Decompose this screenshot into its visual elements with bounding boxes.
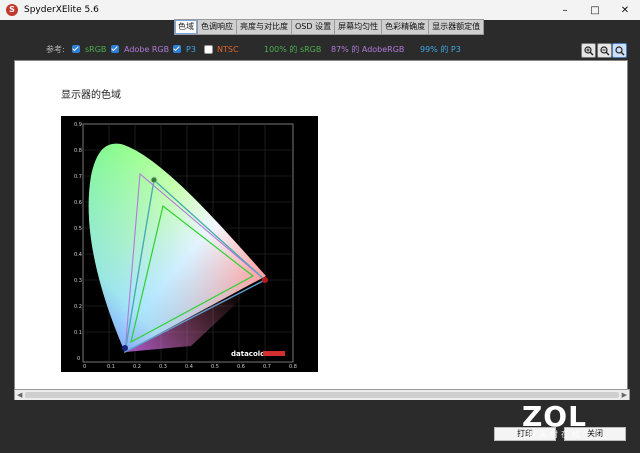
window-title: SpyderXElite 5.6 <box>24 5 99 15</box>
tab-bar: 色域 色调响应 亮度与对比度 OSD 设置 屏幕均匀性 色彩精确度 显示器额定值 <box>174 19 485 35</box>
y-tick-label: 0.2 <box>74 304 82 310</box>
tab-brightness-contrast[interactable]: 亮度与对比度 <box>237 20 292 34</box>
adobergb-label: Adobe RGB <box>124 44 170 54</box>
x-tick-labels: 0 0.1 0.2 0.3 0.4 0.5 0.6 0.7 0.8 <box>83 364 297 370</box>
x-tick-label: 0 <box>83 364 86 370</box>
green-primary-marker <box>150 176 158 184</box>
y-tick-label: 0.6 <box>74 200 82 206</box>
y-tick-label: 0.9 <box>74 122 82 128</box>
x-tick-label: 0.7 <box>263 364 271 370</box>
y-tick-label: 0.8 <box>74 148 82 154</box>
y-tick-label: 0.3 <box>74 278 82 284</box>
y-tick-label: 0.4 <box>74 252 82 258</box>
cie-diagram-svg: datacolor 0 0.1 0.2 0.3 0.4 0.5 0.6 0.7 … <box>74 122 297 370</box>
scroll-right-icon[interactable]: ▶ <box>622 390 627 400</box>
gamut-panel: 显示器的色域 datacolor 0 0.1 0.2 0.3 0.4 0.5 0… <box>14 60 628 390</box>
datacolor-logo-bar <box>263 351 285 356</box>
spectral-locus-blue-shade <box>88 143 266 352</box>
srgb-label: sRGB <box>85 44 107 54</box>
zol-watermark-subtitle: 中关村在线 <box>528 430 583 439</box>
close-icon[interactable]: ✕ <box>610 0 640 20</box>
tab-uniformity[interactable]: 屏幕均匀性 <box>335 20 383 34</box>
zoom-out-button[interactable] <box>597 43 612 58</box>
srgb-checkbox[interactable] <box>72 45 80 53</box>
zoom-fit-button[interactable] <box>612 43 627 58</box>
y-tick-labels: 0.9 0.8 0.7 0.6 0.5 0.4 0.3 0.2 0.1 0 <box>74 122 82 362</box>
panel-title: 显示器的色域 <box>61 90 121 101</box>
y-tick-label: 0.5 <box>74 226 82 232</box>
p3-label: P3 <box>186 44 196 54</box>
x-tick-label: 0.1 <box>107 364 115 370</box>
x-tick-label: 0.6 <box>237 364 245 370</box>
x-tick-label: 0.5 <box>211 364 219 370</box>
blue-primary-marker <box>122 345 128 351</box>
tab-color-accuracy[interactable]: 色彩精确度 <box>382 20 430 34</box>
minimize-icon[interactable]: – <box>550 0 580 20</box>
reference-label: 参考: <box>46 44 65 54</box>
reference-row: 参考: sRGB Adobe RGB P3 NTSC 100% 的 sRGB 8… <box>0 40 640 58</box>
p3-checkbox[interactable] <box>173 45 181 53</box>
p3-coverage: 99% 的 P3 <box>420 44 461 54</box>
x-tick-label: 0.8 <box>289 364 297 370</box>
tab-osd-settings[interactable]: OSD 设置 <box>292 20 336 34</box>
y-tick-label: 0.7 <box>74 174 82 180</box>
app-logo-icon: S <box>6 4 18 16</box>
zoom-out-icon <box>599 45 609 55</box>
cie-chromaticity-plot: datacolor 0 0.1 0.2 0.3 0.4 0.5 0.6 0.7 … <box>61 116 318 372</box>
scrollbar-thumb[interactable] <box>25 392 619 398</box>
zoom-in-icon <box>583 45 593 55</box>
adobergb-checkbox[interactable] <box>111 45 119 53</box>
adobergb-coverage: 87% 的 AdobeRGB <box>331 44 405 54</box>
x-tick-label: 0.2 <box>133 364 141 370</box>
y-tick-label: 0 <box>77 356 80 362</box>
zoom-in-button[interactable] <box>581 43 596 58</box>
red-primary-marker <box>262 277 268 283</box>
srgb-coverage: 100% 的 sRGB <box>264 44 322 54</box>
x-tick-label: 0.4 <box>185 364 193 370</box>
x-tick-label: 0.3 <box>159 364 167 370</box>
zoom-fit-icon <box>614 45 624 55</box>
maximize-icon[interactable]: □ <box>580 0 610 20</box>
title-bar: S SpyderXElite 5.6 – □ ✕ <box>0 0 640 20</box>
ntsc-label: NTSC <box>217 44 239 54</box>
ntsc-checkbox[interactable] <box>204 45 213 54</box>
tab-display-rating[interactable]: 显示器额定值 <box>429 20 483 34</box>
tab-tone-response[interactable]: 色调响应 <box>198 20 237 34</box>
y-tick-label: 0.1 <box>74 330 82 336</box>
scroll-left-icon[interactable]: ◀ <box>17 390 22 400</box>
tab-gamut[interactable]: 色域 <box>175 20 198 34</box>
